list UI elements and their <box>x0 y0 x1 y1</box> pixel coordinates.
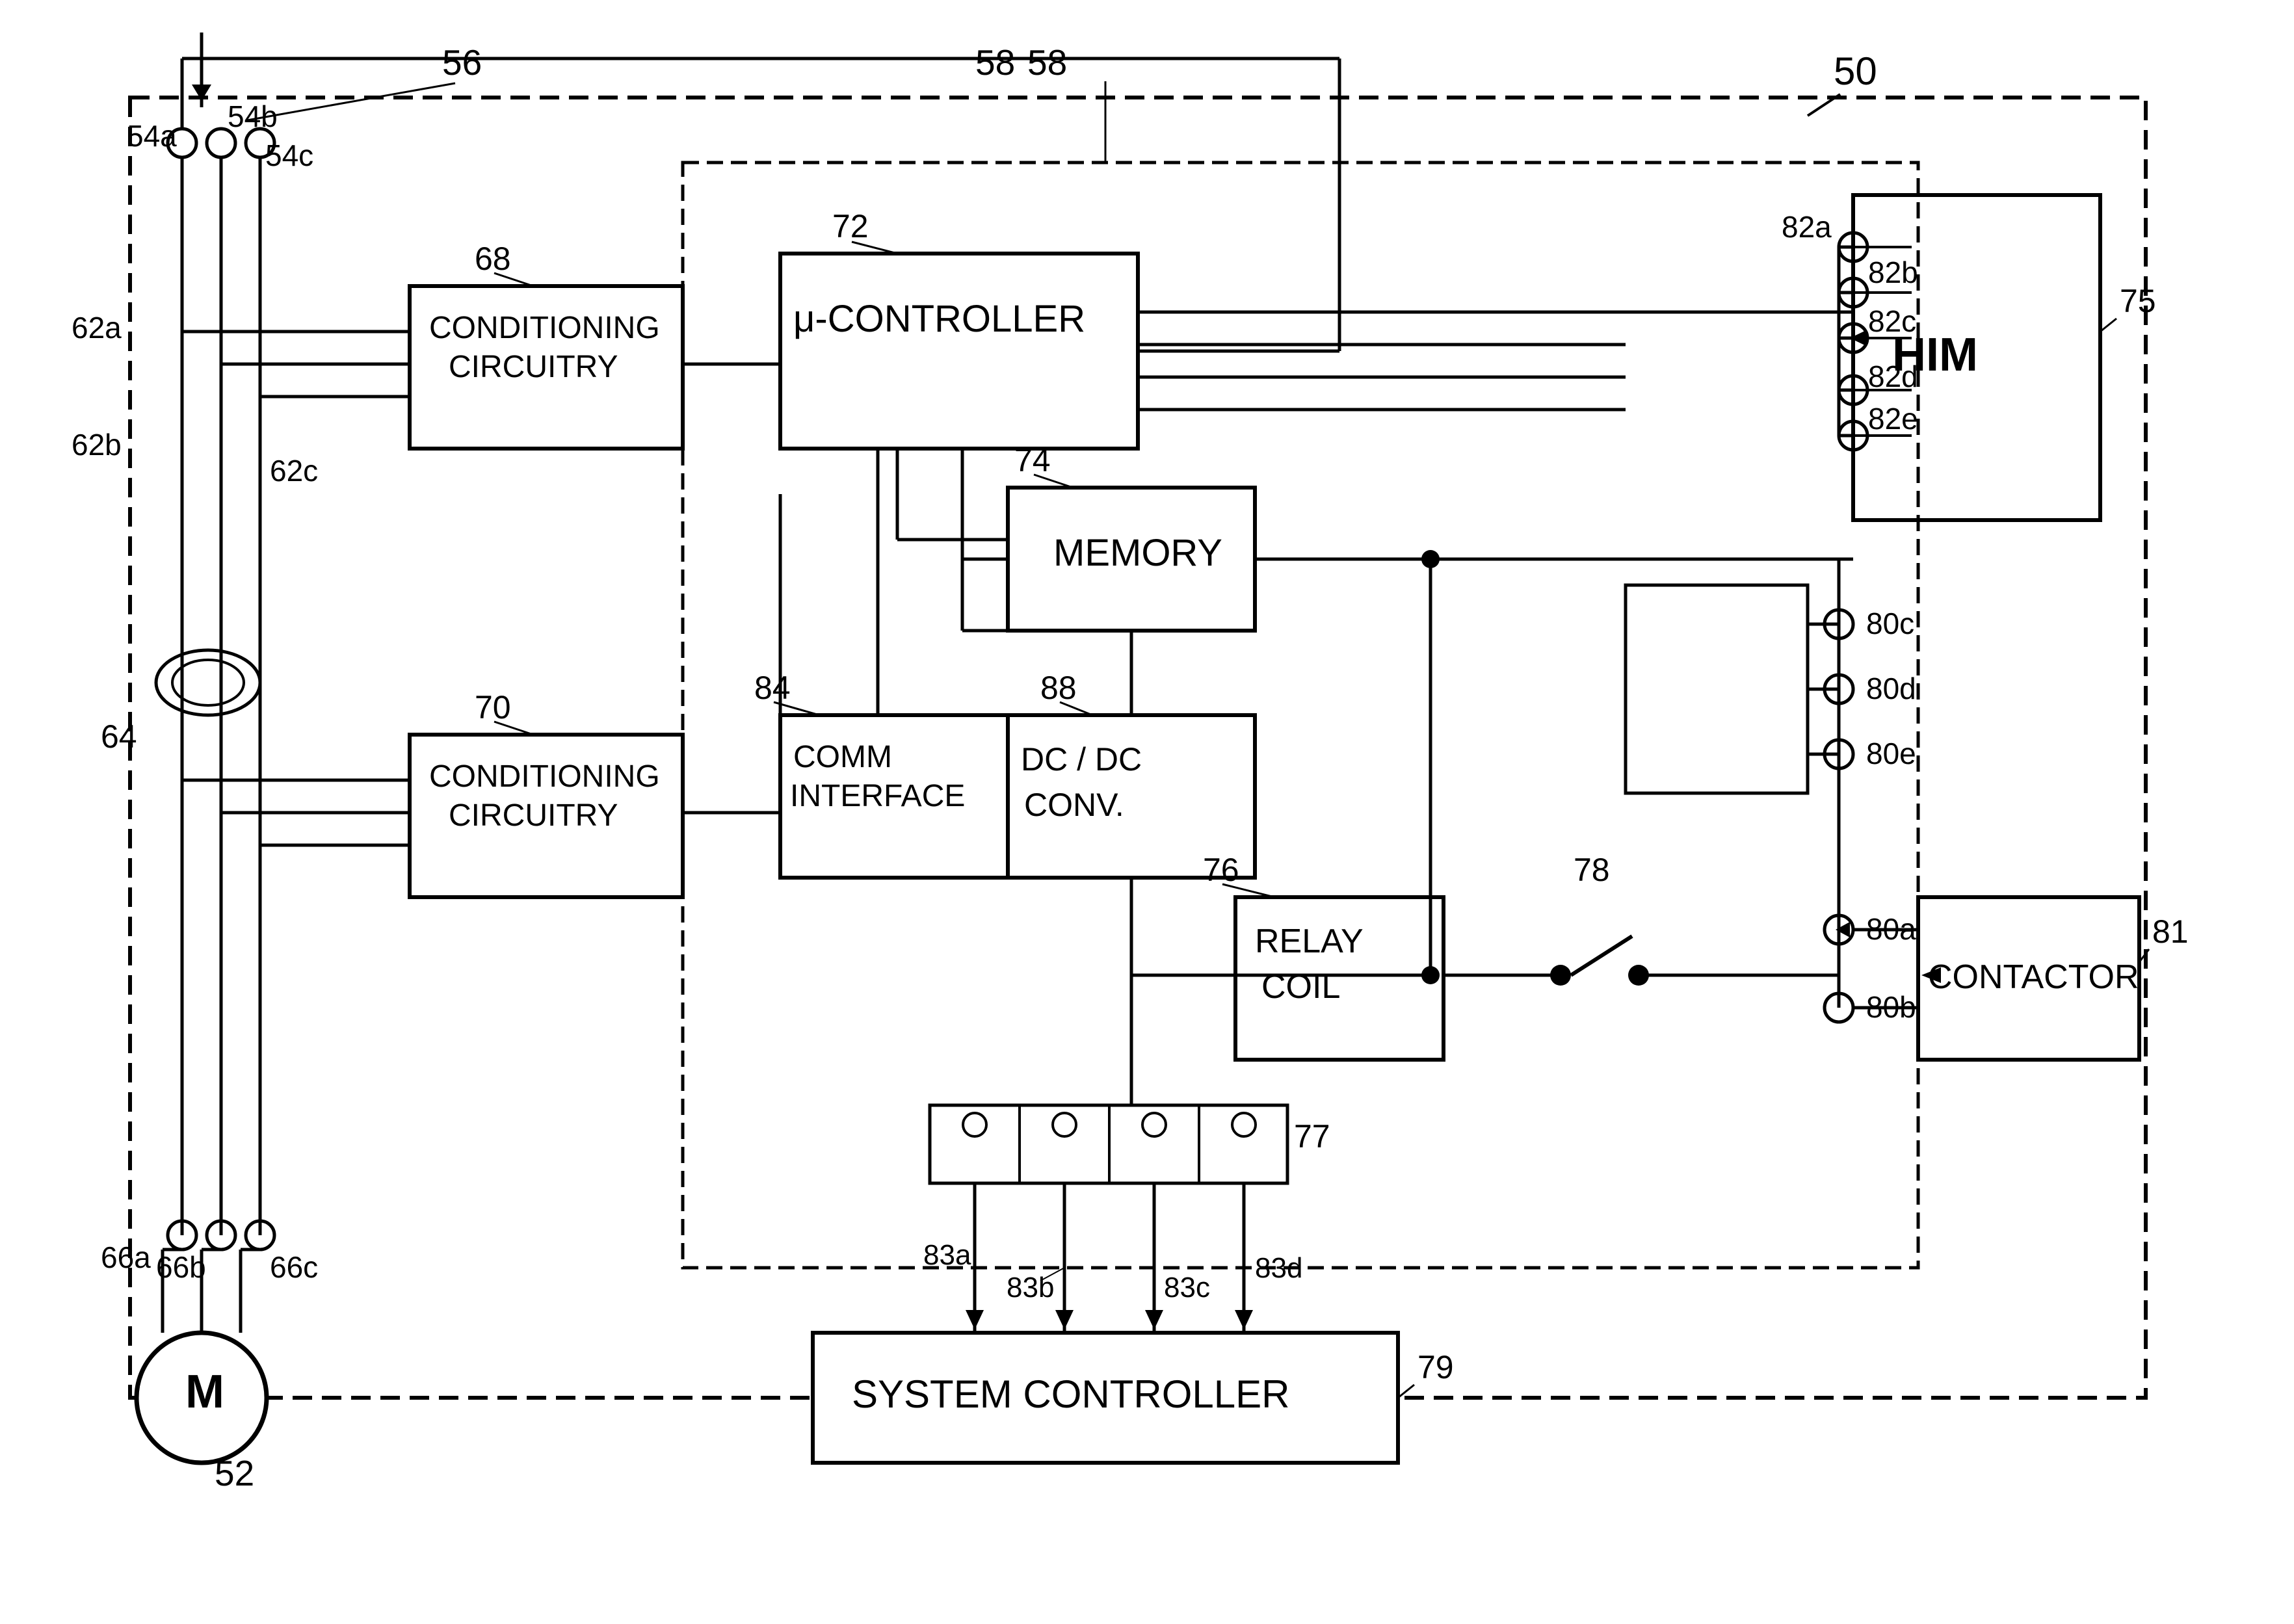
ref-58-arrow: 58 <box>1027 42 1067 83</box>
dc-dc-line2: CONV. <box>1024 787 1124 823</box>
mu-controller-label: μ-CONTROLLER <box>793 298 1085 340</box>
ref-80d: 80d <box>1866 672 1916 705</box>
conditioning-circuitry-top-line2: CIRCUITRY <box>449 350 618 384</box>
conditioning-circuitry-bottom-line1: CONDITIONING <box>429 759 660 794</box>
ref-77: 77 <box>1294 1118 1330 1155</box>
comm-interface-line1: COMM <box>793 740 892 774</box>
ref-82e: 82e <box>1868 402 1918 436</box>
ref-81: 81 <box>2152 913 2189 950</box>
ref-68: 68 <box>475 241 511 277</box>
ref-75: 75 <box>2120 283 2156 319</box>
memory-label: MEMORY <box>1053 532 1222 574</box>
ref-79: 79 <box>1417 1349 1454 1385</box>
ref-82a: 82a <box>1782 210 1832 244</box>
ref-54a: 54a <box>127 119 177 153</box>
ref-64: 64 <box>101 718 137 755</box>
ref-70: 70 <box>475 689 511 726</box>
ref-82b: 82b <box>1868 255 1918 289</box>
ref-80e: 80e <box>1866 737 1916 770</box>
contactor-label: CONTACTOR <box>1928 958 2139 996</box>
ref-83c: 83c <box>1164 1272 1210 1303</box>
system-controller-label: SYSTEM CONTROLLER <box>852 1372 1289 1416</box>
diagram-container: 50 54a 54b 54c 56 62a 62b 62c CONDITIONI… <box>0 0 2294 1624</box>
dc-dc-line1: DC / DC <box>1021 741 1142 778</box>
circuit-diagram: 50 54a 54b 54c 56 62a 62b 62c CONDITIONI… <box>0 0 2294 1624</box>
ref-78: 78 <box>1574 852 1610 888</box>
ref-66c: 66c <box>270 1250 318 1284</box>
ref-74: 74 <box>1014 442 1051 478</box>
ref-66a: 66a <box>101 1240 151 1274</box>
ref-84: 84 <box>754 670 791 706</box>
ref-52: 52 <box>215 1453 254 1493</box>
ref-82d: 82d <box>1868 360 1918 393</box>
conditioning-circuitry-top-line1: CONDITIONING <box>429 311 660 345</box>
comm-interface-line2: INTERFACE <box>790 779 965 813</box>
motor-m-label: M <box>185 1366 224 1418</box>
relay-coil-line1: RELAY <box>1255 923 1364 960</box>
conditioning-circuitry-bottom-line2: CIRCUITRY <box>449 798 618 833</box>
ref-56: 56 <box>442 42 482 83</box>
ref-58: 58 <box>975 42 1015 83</box>
ref-76: 76 <box>1203 852 1239 888</box>
ref-72: 72 <box>832 208 869 244</box>
ref-82c: 82c <box>1868 304 1916 338</box>
ref-62a: 62a <box>72 311 122 345</box>
ref-54c: 54c <box>265 138 313 172</box>
ref-88: 88 <box>1040 670 1077 706</box>
ref-62b: 62b <box>72 428 122 462</box>
ref-50: 50 <box>1834 49 1877 93</box>
ref-62c: 62c <box>270 454 318 488</box>
ref-80c: 80c <box>1866 607 1914 640</box>
